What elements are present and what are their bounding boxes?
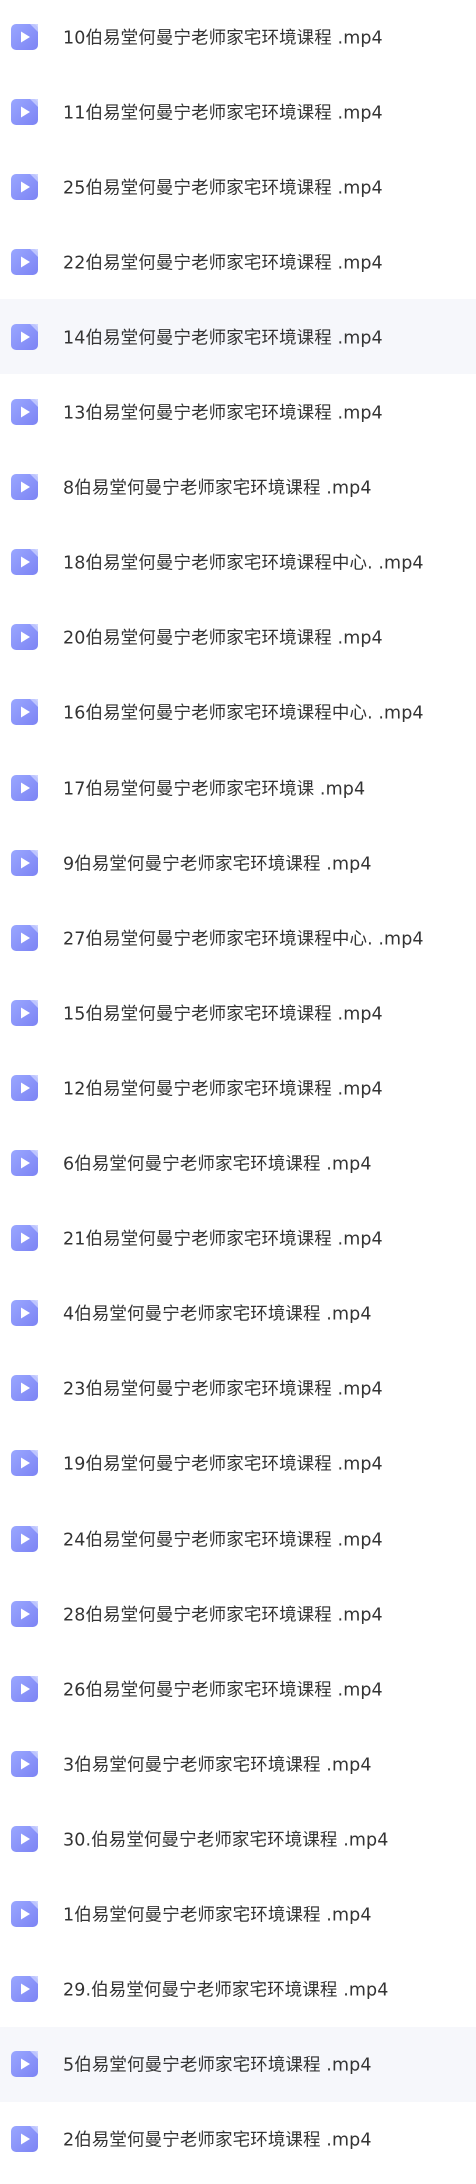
file-row[interactable]: 3伯易堂何曼宁老师家宅环境课程 .mp4 [0, 1726, 476, 1801]
file-row[interactable]: 23伯易堂何曼宁老师家宅环境课程 .mp4 [0, 1351, 476, 1426]
file-row[interactable]: 1伯易堂何曼宁老师家宅环境课程 .mp4 [0, 1877, 476, 1952]
file-row[interactable]: 24伯易堂何曼宁老师家宅环境课程 .mp4 [0, 1501, 476, 1576]
file-row[interactable]: 12伯易堂何曼宁老师家宅环境课程 .mp4 [0, 1050, 476, 1125]
video-file-icon [11, 1976, 38, 2003]
video-file-icon [11, 624, 38, 651]
file-name: 18伯易堂何曼宁老师家宅环境课程中心. .mp4 [63, 553, 424, 574]
file-row[interactable]: 30.伯易堂何曼宁老师家宅环境课程 .mp4 [0, 1801, 476, 1876]
file-list: 10伯易堂何曼宁老师家宅环境课程 .mp4 11伯易堂何曼宁老师家宅环境课程 .m… [0, 0, 476, 2184]
file-row[interactable]: 8伯易堂何曼宁老师家宅环境课程 .mp4 [0, 450, 476, 525]
video-file-icon [11, 1600, 38, 1627]
file-name: 17伯易堂何曼宁老师家宅环境课 .mp4 [63, 779, 366, 799]
file-row[interactable]: 4伯易堂何曼宁老师家宅环境课程 .mp4 [0, 1276, 476, 1351]
file-name: 4伯易堂何曼宁老师家宅环境课程 .mp4 [63, 1304, 372, 1325]
video-file-icon [11, 98, 38, 125]
file-row[interactable]: 17伯易堂何曼宁老师家宅环境课 .mp4 [0, 750, 476, 825]
file-row[interactable]: 25伯易堂何曼宁老师家宅环境课程 .mp4 [0, 149, 476, 224]
file-row[interactable]: 21伯易堂何曼宁老师家宅环境课程 .mp4 [0, 1201, 476, 1276]
video-file-icon [11, 323, 38, 350]
file-row[interactable]: 6伯易堂何曼宁老师家宅环境课程 .mp4 [0, 1126, 476, 1201]
file-name: 27伯易堂何曼宁老师家宅环境课程中心. .mp4 [63, 929, 424, 950]
video-file-icon [11, 774, 38, 801]
video-file-icon [11, 2051, 38, 2078]
file-name: 28伯易堂何曼宁老师家宅环境课程 .mp4 [63, 1605, 383, 1626]
file-row[interactable]: 20伯易堂何曼宁老师家宅环境课程 .mp4 [0, 600, 476, 675]
file-name: 1伯易堂何曼宁老师家宅环境课程 .mp4 [63, 1905, 372, 1926]
file-name: 19伯易堂何曼宁老师家宅环境课程 .mp4 [63, 1454, 383, 1475]
video-file-icon [11, 1450, 38, 1477]
file-row[interactable]: 11伯易堂何曼宁老师家宅环境课程 .mp4 [0, 74, 476, 149]
file-name: 30.伯易堂何曼宁老师家宅环境课程 .mp4 [63, 1830, 389, 1851]
file-row[interactable]: 19伯易堂何曼宁老师家宅环境课程 .mp4 [0, 1426, 476, 1501]
file-name: 13伯易堂何曼宁老师家宅环境课程 .mp4 [63, 403, 383, 424]
video-file-icon [11, 1525, 38, 1552]
file-name: 22伯易堂何曼宁老师家宅环境课程 .mp4 [63, 253, 383, 274]
video-file-icon [11, 2126, 38, 2153]
file-row[interactable]: 14伯易堂何曼宁老师家宅环境课程 .mp4 [0, 299, 476, 375]
file-name: 3伯易堂何曼宁老师家宅环境课程 .mp4 [63, 1755, 372, 1776]
file-name: 25伯易堂何曼宁老师家宅环境课程 .mp4 [63, 178, 383, 199]
video-file-icon [11, 999, 38, 1026]
video-file-icon [11, 474, 38, 501]
file-name: 10伯易堂何曼宁老师家宅环境课程 .mp4 [63, 28, 383, 48]
file-name: 8伯易堂何曼宁老师家宅环境课程 .mp4 [63, 478, 372, 499]
video-file-icon [11, 1675, 38, 1702]
file-name: 2伯易堂何曼宁老师家宅环境课程 .mp4 [63, 2130, 372, 2151]
video-file-icon [11, 1375, 38, 1402]
video-file-icon [11, 1300, 38, 1327]
file-row[interactable]: 5伯易堂何曼宁老师家宅环境课程 .mp4 [0, 2026, 476, 2102]
file-row[interactable]: 27伯易堂何曼宁老师家宅环境课程中心. .mp4 [0, 900, 476, 975]
video-file-icon [11, 549, 38, 576]
video-file-icon [11, 1225, 38, 1252]
video-file-icon [11, 1901, 38, 1927]
file-row[interactable]: 16伯易堂何曼宁老师家宅环境课程中心. .mp4 [0, 675, 476, 750]
file-row[interactable]: 29.伯易堂何曼宁老师家宅环境课程 .mp4 [0, 1952, 476, 2027]
file-name: 12伯易堂何曼宁老师家宅环境课程 .mp4 [63, 1079, 383, 1100]
file-name: 16伯易堂何曼宁老师家宅环境课程中心. .mp4 [63, 703, 424, 724]
video-file-icon [11, 23, 38, 50]
video-file-icon [11, 1150, 38, 1176]
video-file-icon [11, 399, 38, 425]
file-row[interactable]: 18伯易堂何曼宁老师家宅环境课程中心. .mp4 [0, 525, 476, 600]
video-file-icon [11, 699, 38, 726]
video-file-icon [11, 248, 38, 275]
file-name: 14伯易堂何曼宁老师家宅环境课程 .mp4 [63, 328, 383, 349]
file-name: 15伯易堂何曼宁老师家宅环境课程 .mp4 [63, 1004, 383, 1025]
file-row[interactable]: 13伯易堂何曼宁老师家宅环境课程 .mp4 [0, 375, 476, 450]
file-row[interactable]: 28伯易堂何曼宁老师家宅环境课程 .mp4 [0, 1576, 476, 1651]
file-name: 6伯易堂何曼宁老师家宅环境课程 .mp4 [63, 1154, 372, 1175]
video-file-icon [11, 173, 38, 200]
file-name: 26伯易堂何曼宁老师家宅环境课程 .mp4 [63, 1680, 383, 1701]
file-name: 29.伯易堂何曼宁老师家宅环境课程 .mp4 [63, 1980, 389, 2001]
file-row[interactable]: 22伯易堂何曼宁老师家宅环境课程 .mp4 [0, 224, 476, 299]
file-row[interactable]: 2伯易堂何曼宁老师家宅环境课程 .mp4 [0, 2102, 476, 2177]
video-file-icon [11, 1750, 38, 1777]
video-file-icon [11, 924, 38, 951]
video-file-icon [11, 849, 38, 876]
file-name: 11伯易堂何曼宁老师家宅环境课程 .mp4 [63, 103, 383, 124]
file-name: 9伯易堂何曼宁老师家宅环境课程 .mp4 [63, 854, 372, 875]
file-row[interactable]: 9伯易堂何曼宁老师家宅环境课程 .mp4 [0, 825, 476, 900]
file-row[interactable]: 26伯易堂何曼宁老师家宅环境课程 .mp4 [0, 1651, 476, 1726]
file-name: 20伯易堂何曼宁老师家宅环境课程 .mp4 [63, 628, 383, 649]
file-row[interactable]: 15伯易堂何曼宁老师家宅环境课程 .mp4 [0, 975, 476, 1050]
video-file-icon [11, 1074, 38, 1101]
file-name: 21伯易堂何曼宁老师家宅环境课程 .mp4 [63, 1229, 383, 1250]
file-name: 24伯易堂何曼宁老师家宅环境课程 .mp4 [63, 1530, 383, 1550]
file-row[interactable]: 10伯易堂何曼宁老师家宅环境课程 .mp4 [0, 0, 476, 74]
file-name: 23伯易堂何曼宁老师家宅环境课程 .mp4 [63, 1379, 383, 1400]
file-name: 5伯易堂何曼宁老师家宅环境课程 .mp4 [63, 2055, 372, 2076]
video-file-icon [11, 1825, 38, 1852]
